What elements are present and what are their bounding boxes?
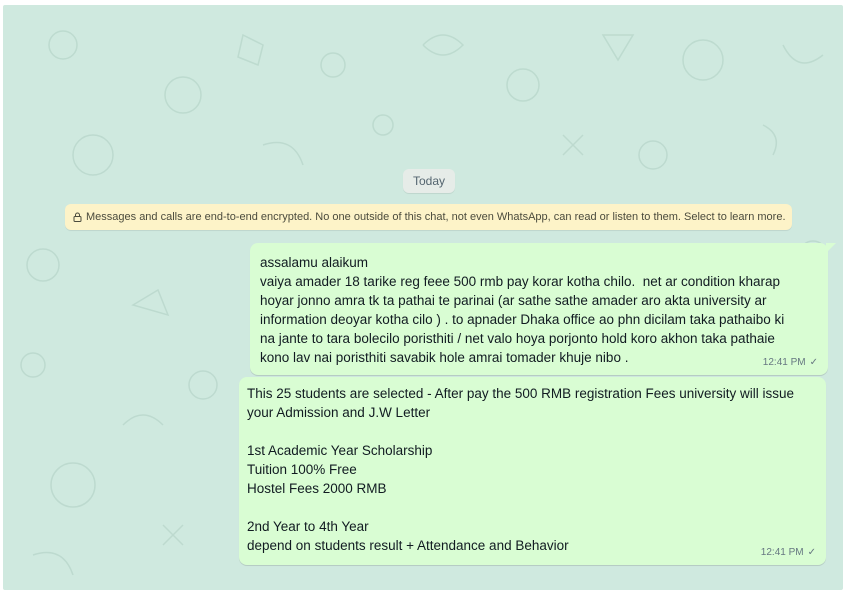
single-check-icon: ✓ [809,357,818,368]
message-time: 12:41 PM [760,547,804,558]
message-meta: 12:41 PM ✓ [763,357,818,369]
message-text: This 25 students are selected - After pa… [247,386,795,553]
date-chip: Today [403,169,455,193]
message-text: assalamu alaikum vaiya amader 18 tarike … [260,255,785,365]
message-bubble[interactable]: This 25 students are selected - After pa… [239,377,826,565]
message-bubble[interactable]: assalamu alaikum vaiya amader 18 tarike … [250,243,836,375]
single-check-icon: ✓ [807,547,816,558]
message-time: 12:41 PM [762,357,806,368]
bubble-tail [826,243,836,253]
lock-icon [73,212,82,222]
message-meta: 12:41 PM ✓ [761,547,816,559]
encryption-notice-text: Messages and calls are end-to-end encryp… [86,211,786,223]
chat-background: Today Messages and calls are end-to-end … [3,5,843,590]
encryption-notice[interactable]: Messages and calls are end-to-end encryp… [65,204,792,230]
